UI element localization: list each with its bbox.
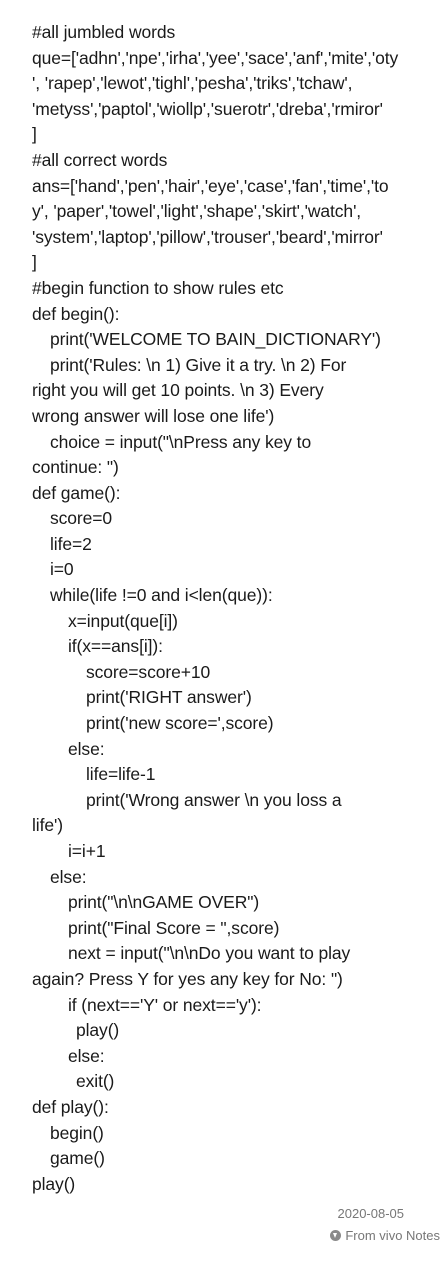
note-line: 'metyss','paptol','wiollp','suerotr','dr… <box>32 98 383 119</box>
note-line: print('Rules: \n 1) Give it a try. \n 2)… <box>50 354 347 375</box>
note-line: que=['adhn','npe','irha','yee','sace','a… <box>32 47 399 68</box>
note-line: def play(): <box>32 1096 109 1117</box>
note-line: #begin function to show rules etc <box>32 277 284 298</box>
note-line: else: <box>50 866 87 887</box>
note-line: print("Final Score = ",score) <box>68 917 280 938</box>
note-line: def game(): <box>32 482 121 503</box>
note-line: print("\n\nGAME OVER") <box>68 892 260 913</box>
note-line: exit() <box>76 1071 115 1092</box>
note-body[interactable]: #all jumbled words que=['adhn','npe','ir… <box>32 20 424 1197</box>
note-line: #all correct words <box>32 149 168 170</box>
note-line: ] <box>32 252 37 273</box>
note-line: play() <box>32 1173 76 1194</box>
note-line: again? Press Y for yes any key for No: "… <box>32 968 343 989</box>
note-line: life=life-1 <box>86 764 156 785</box>
note-line: ', 'rapep','lewot','tighl','pesha','trik… <box>32 73 353 94</box>
note-line: if (next=='Y' or next=='y'): <box>68 994 262 1015</box>
note-line: choice = input("\nPress any key to <box>50 431 312 452</box>
note-line: wrong answer will lose one life') <box>32 405 275 426</box>
note-line: i=0 <box>50 559 74 580</box>
note-line: else: <box>68 738 105 759</box>
note-line: else: <box>68 1045 105 1066</box>
note-line: right you will get 10 points. \n 3) Ever… <box>32 380 324 401</box>
note-line: x=input(que[i]) <box>68 610 178 631</box>
note-line: while(life !=0 and i<len(que)): <box>50 585 273 606</box>
note-line: print('new score=',score) <box>86 713 274 734</box>
note-line: continue: ") <box>32 457 119 478</box>
note-line: #all jumbled words <box>32 22 176 42</box>
note-line: i=i+1 <box>68 841 106 861</box>
note-source: From vivo Notes <box>330 1228 440 1243</box>
note-line: score=score+10 <box>86 661 211 682</box>
note-line: y', 'paper','towel','light','shape','ski… <box>32 201 362 222</box>
note-line: ] <box>32 124 37 145</box>
note-line: score=0 <box>50 508 113 529</box>
note-line: if(x==ans[i]): <box>68 636 163 657</box>
note-line: print('WELCOME TO BAIN_DICTIONARY') <box>50 329 381 350</box>
note-line: ans=['hand','pen','hair','eye','case','f… <box>32 175 389 196</box>
note-line: next = input("\n\nDo you want to play <box>68 943 351 964</box>
note-line: life') <box>32 815 63 836</box>
note-date: 2020-08-05 <box>337 1206 405 1221</box>
note-line: print('RIGHT answer') <box>86 687 252 708</box>
note-line: life=2 <box>50 533 92 554</box>
vivo-logo-icon <box>330 1230 342 1241</box>
note-line: play() <box>76 1020 120 1041</box>
note-line: 'system','laptop','pillow','trouser','be… <box>32 226 383 247</box>
note-line: game() <box>50 1148 105 1169</box>
note-line: print('Wrong answer \n you loss a <box>86 789 342 810</box>
note-line: begin() <box>50 1122 104 1143</box>
note-source-label: From vivo Notes <box>345 1228 440 1243</box>
note-line: def begin(): <box>32 303 120 324</box>
